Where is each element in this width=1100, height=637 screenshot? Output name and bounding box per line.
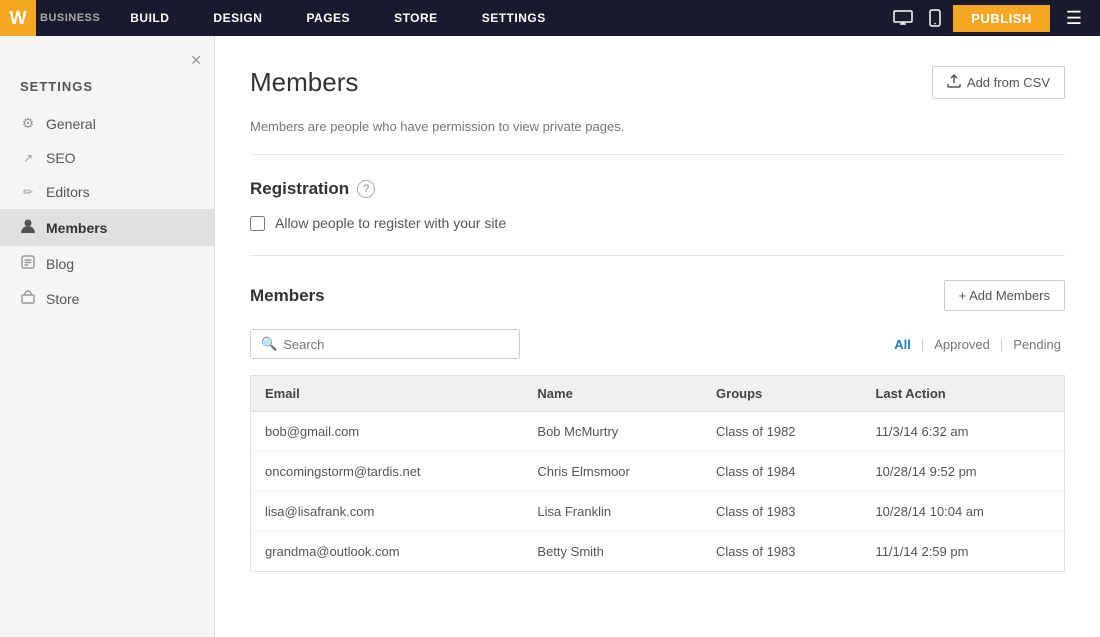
search-box: 🔍 — [250, 329, 520, 359]
description-text: Members are people who have permission t… — [250, 119, 1065, 155]
person-icon — [20, 218, 36, 237]
sidebar-item-label-members: Members — [46, 220, 107, 236]
sidebar-item-label-general: General — [46, 116, 96, 132]
table-row[interactable]: oncomingstorm@tardis.net Chris Elmsmoor … — [251, 452, 1065, 492]
close-icon[interactable]: ✕ — [190, 52, 202, 69]
cell-last-action: 10/28/14 10:04 am — [861, 492, 1064, 532]
allow-register-label: Allow people to register with your site — [275, 215, 506, 231]
cell-last-action: 11/1/14 2:59 pm — [861, 532, 1064, 572]
col-last-action: Last Action — [861, 376, 1064, 412]
nav-item-settings[interactable]: SETTINGS — [460, 0, 568, 36]
mobile-icon[interactable] — [925, 5, 945, 31]
cell-email: oncomingstorm@tardis.net — [251, 452, 524, 492]
table-header-row: Email Name Groups Last Action — [251, 376, 1065, 412]
members-section-header: Members + Add Members — [250, 280, 1065, 311]
blog-icon — [20, 255, 36, 272]
cell-groups: Class of 1982 — [702, 412, 861, 452]
cell-groups: Class of 1983 — [702, 532, 861, 572]
registration-section-header: Registration ? — [250, 179, 1065, 199]
main-content: Members Add from CSV Members are people … — [215, 36, 1100, 637]
top-nav: W BUSINESS BUILD DESIGN PAGES STORE SETT… — [0, 0, 1100, 36]
sidebar-item-seo[interactable]: ↗ SEO — [0, 141, 214, 175]
pencil-icon: ✏ — [20, 185, 36, 199]
table-row[interactable]: bob@gmail.com Bob McMurtry Class of 1982… — [251, 412, 1065, 452]
add-members-label: + Add Members — [959, 288, 1050, 303]
nav-item-pages[interactable]: PAGES — [284, 0, 372, 36]
cell-groups: Class of 1983 — [702, 492, 861, 532]
desktop-icon[interactable] — [889, 6, 917, 30]
cell-name: Lisa Franklin — [523, 492, 702, 532]
registration-checkbox-row: Allow people to register with your site — [250, 215, 1065, 256]
search-input[interactable] — [283, 337, 509, 352]
main-header: Members Add from CSV — [250, 66, 1065, 99]
cell-last-action: 11/3/14 6:32 am — [861, 412, 1064, 452]
add-from-csv-label: Add from CSV — [967, 75, 1050, 90]
filter-tab-all[interactable]: All — [890, 335, 915, 354]
sidebar-item-label-editors: Editors — [46, 184, 90, 200]
cell-name: Bob McMurtry — [523, 412, 702, 452]
layout: ✕ SETTINGS ⚙ General ↗ SEO ✏ Editors Mem… — [0, 36, 1100, 637]
page-title: Members — [250, 67, 358, 98]
members-table: Email Name Groups Last Action bob@gmail.… — [250, 375, 1065, 572]
gear-icon: ⚙ — [20, 115, 36, 132]
cell-name: Betty Smith — [523, 532, 702, 572]
nav-item-build[interactable]: BUILD — [108, 0, 191, 36]
cell-last-action: 10/28/14 9:52 pm — [861, 452, 1064, 492]
cell-email: lisa@lisafrank.com — [251, 492, 524, 532]
filter-tab-pending[interactable]: Pending — [1009, 335, 1065, 354]
logo[interactable]: W — [0, 0, 36, 36]
filter-tabs: All | Approved | Pending — [890, 335, 1065, 354]
sidebar-item-store[interactable]: Store — [0, 281, 214, 316]
members-section-title: Members — [250, 286, 325, 306]
table-row[interactable]: lisa@lisafrank.com Lisa Franklin Class o… — [251, 492, 1065, 532]
help-icon[interactable]: ? — [357, 180, 375, 198]
seo-icon: ↗ — [20, 151, 36, 165]
store-icon — [20, 290, 36, 307]
sidebar: ✕ SETTINGS ⚙ General ↗ SEO ✏ Editors Mem… — [0, 36, 215, 637]
sidebar-item-label-store: Store — [46, 291, 79, 307]
cell-email: bob@gmail.com — [251, 412, 524, 452]
nav-item-design[interactable]: DESIGN — [191, 0, 284, 36]
allow-register-checkbox[interactable] — [250, 216, 265, 231]
nav-items: BUILD DESIGN PAGES STORE SETTINGS — [108, 0, 889, 36]
cell-email: grandma@outlook.com — [251, 532, 524, 572]
filter-tab-approved[interactable]: Approved — [930, 335, 994, 354]
sidebar-item-members[interactable]: Members — [0, 209, 214, 246]
col-groups: Groups — [702, 376, 861, 412]
filter-row: 🔍 All | Approved | Pending — [250, 329, 1065, 359]
col-name: Name — [523, 376, 702, 412]
publish-button[interactable]: PUBLISH — [953, 5, 1050, 32]
nav-item-store[interactable]: STORE — [372, 0, 460, 36]
col-email: Email — [251, 376, 524, 412]
sidebar-item-blog[interactable]: Blog — [0, 246, 214, 281]
cell-name: Chris Elmsmoor — [523, 452, 702, 492]
sidebar-item-label-blog: Blog — [46, 256, 74, 272]
upload-icon — [947, 74, 961, 91]
business-label: BUSINESS — [36, 12, 108, 24]
cell-groups: Class of 1984 — [702, 452, 861, 492]
sidebar-close-area: ✕ — [0, 46, 214, 75]
add-from-csv-button[interactable]: Add from CSV — [932, 66, 1065, 99]
nav-right: PUBLISH ☰ — [889, 4, 1100, 33]
table-row[interactable]: grandma@outlook.com Betty Smith Class of… — [251, 532, 1065, 572]
hamburger-icon[interactable]: ☰ — [1058, 4, 1090, 33]
registration-title: Registration — [250, 179, 349, 199]
sidebar-item-general[interactable]: ⚙ General — [0, 106, 214, 141]
sidebar-item-label-seo: SEO — [46, 150, 76, 166]
sidebar-title: SETTINGS — [0, 75, 214, 106]
search-icon: 🔍 — [261, 336, 277, 352]
sidebar-item-editors[interactable]: ✏ Editors — [0, 175, 214, 209]
add-members-button[interactable]: + Add Members — [944, 280, 1065, 311]
